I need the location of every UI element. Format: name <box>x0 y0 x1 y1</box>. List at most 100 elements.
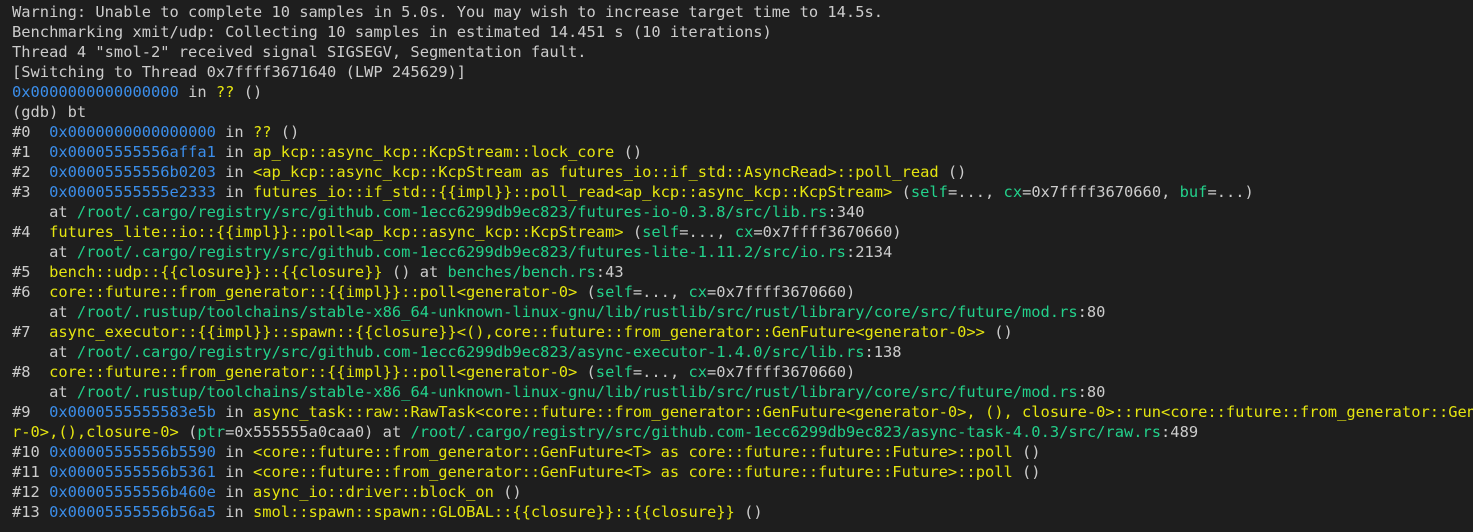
terminal-text-segment: core::future::from_generator::{{impl}}::… <box>49 283 578 301</box>
terminal-text-segment: /root/.rustup/toolchains/stable-x86_64-u… <box>76 383 1078 401</box>
terminal-text-segment: r-0>,(),closure-0> <box>12 423 179 441</box>
terminal-text-segment: #2 <box>12 163 50 181</box>
terminal-text-segment: smol::spawn::spawn::GLOBAL::{{closure}}:… <box>252 503 735 521</box>
terminal-text-segment: 0x0000000000000000 <box>49 123 216 141</box>
terminal-text-segment: in <box>215 183 253 201</box>
terminal-text-segment: =...) <box>1207 183 1254 201</box>
terminal-text-segment: buf <box>1179 183 1208 201</box>
terminal-text-segment: #11 <box>12 463 50 481</box>
terminal-text-segment: in <box>215 403 253 421</box>
terminal-text-segment: in <box>215 123 253 141</box>
terminal-text-segment: =0x555555a0caa0) at <box>225 423 411 441</box>
terminal-line: (gdb) bt <box>12 102 1473 122</box>
terminal-text-segment: :2134 <box>845 243 893 261</box>
terminal-text-segment: 0x00005555556b5590 <box>49 443 216 461</box>
terminal-text-segment: ( <box>892 183 911 201</box>
terminal-text-segment: [Switching to Thread 0x7ffff3671640 (LWP… <box>12 63 467 81</box>
terminal-text-segment: () <box>234 83 263 101</box>
terminal-text-segment: in <box>215 463 253 481</box>
terminal-text-segment: at <box>12 203 77 221</box>
terminal-text-segment: ?? <box>215 83 235 101</box>
terminal-line: #7 async_executor::{{impl}}::spawn::{{cl… <box>12 322 1473 342</box>
terminal-text-segment: self <box>595 363 633 381</box>
terminal-text-segment: in <box>215 143 253 161</box>
terminal-text-segment: 0x0000000000000000 <box>12 83 179 101</box>
terminal-text-segment: benches/bench.rs <box>447 263 596 281</box>
terminal-text-segment: #1 <box>12 143 50 161</box>
terminal-text-segment: /root/.cargo/registry/src/github.com-1ec… <box>410 423 1162 441</box>
terminal-line: Thread 4 "smol-2" received signal SIGSEG… <box>12 42 1473 62</box>
terminal-line: #4 futures_lite::io::{{impl}}::poll<ap_k… <box>12 222 1473 242</box>
terminal-text-segment: ( <box>623 223 643 241</box>
terminal-text-segment: 0x00005555556b56a5 <box>49 503 216 521</box>
terminal-text-segment: () <box>734 503 763 521</box>
terminal-text-segment: #3 <box>12 183 50 201</box>
terminal-text-segment: () <box>271 123 300 141</box>
terminal-text-segment: () <box>938 163 967 181</box>
terminal-text-segment: 0x00005555556b460e <box>49 483 216 501</box>
terminal-line: at /root/.cargo/registry/src/github.com-… <box>12 202 1473 222</box>
terminal-text-segment: =..., <box>947 183 1004 201</box>
terminal-text-segment: cx <box>688 363 708 381</box>
terminal-text-segment: ptr <box>197 423 226 441</box>
terminal-text-segment: =0x7ffff3670660) <box>753 223 902 241</box>
terminal-text-segment: in <box>215 503 253 521</box>
terminal-text-segment: ( <box>577 363 596 381</box>
terminal-text-segment: () at <box>382 263 448 281</box>
terminal-text-segment: =..., <box>632 283 689 301</box>
terminal-text-segment: /root/.rustup/toolchains/stable-x86_64-u… <box>76 303 1078 321</box>
terminal-text-segment: ( <box>178 423 198 441</box>
terminal-text-segment: #10 <box>12 443 50 461</box>
terminal-line: Benchmarking xmit/udp: Collecting 10 sam… <box>12 22 1473 42</box>
terminal-text-segment: () <box>984 323 1013 341</box>
terminal-output[interactable]: Warning: Unable to complete 10 samples i… <box>0 0 1473 532</box>
terminal-line: r-0>,(),closure-0> (ptr=0x555555a0caa0) … <box>12 422 1473 442</box>
terminal-text-segment: async_executor::{{impl}}::spawn::{{closu… <box>49 323 985 341</box>
terminal-line: #2 0x00005555556b0203 in <ap_kcp::async_… <box>12 162 1473 182</box>
terminal-text-segment: () <box>1012 443 1041 461</box>
terminal-text-segment: #6 <box>12 283 50 301</box>
terminal-text-segment: in <box>215 483 253 501</box>
terminal-line: #13 0x00005555556b56a5 in smol::spawn::s… <box>12 502 1473 522</box>
terminal-text-segment: ap_kcp::async_kcp::KcpStream::lock_core <box>252 143 615 161</box>
terminal-line: at /root/.rustup/toolchains/stable-x86_6… <box>12 302 1473 322</box>
terminal-text-segment: #13 <box>12 503 50 521</box>
terminal-text-segment: :80 <box>1077 303 1106 321</box>
terminal-text-segment: at <box>12 383 77 401</box>
terminal-line: #11 0x00005555556b5361 in <core::future:… <box>12 462 1473 482</box>
terminal-text-segment: =..., <box>679 223 735 241</box>
terminal-text-segment: :489 <box>1161 423 1199 441</box>
terminal-text-segment: #5 <box>12 263 50 281</box>
terminal-text-segment: bench::udp::{{closure}}::{{closure}} <box>49 263 383 281</box>
terminal-text-segment: in <box>215 163 253 181</box>
terminal-line: #10 0x00005555556b5590 in <core::future:… <box>12 442 1473 462</box>
terminal-line: [Switching to Thread 0x7ffff3671640 (LWP… <box>12 62 1473 82</box>
terminal-text-segment: at <box>12 243 77 261</box>
terminal-text-segment: at <box>12 303 77 321</box>
terminal-text-segment: :80 <box>1077 383 1106 401</box>
terminal-text-segment: in <box>178 83 216 101</box>
terminal-text-segment: =..., <box>632 363 689 381</box>
terminal-text-segment: Warning: Unable to complete 10 samples i… <box>12 3 883 21</box>
terminal-text-segment: #4 <box>12 223 50 241</box>
terminal-line: #5 bench::udp::{{closure}}::{{closure}} … <box>12 262 1473 282</box>
terminal-line: #1 0x00005555556affa1 in ap_kcp::async_k… <box>12 142 1473 162</box>
terminal-line: at /root/.cargo/registry/src/github.com-… <box>12 242 1473 262</box>
terminal-text-segment: Benchmarking xmit/udp: Collecting 10 sam… <box>12 23 772 41</box>
terminal-text-segment: =0x7ffff3670660, <box>1022 183 1180 201</box>
terminal-text-segment: /root/.cargo/registry/src/github.com-1ec… <box>76 343 865 361</box>
terminal-text-segment: =0x7ffff3670660) <box>707 283 856 301</box>
terminal-text-segment: (gdb) bt <box>12 103 87 121</box>
terminal-line: at /root/.rustup/toolchains/stable-x86_6… <box>12 382 1473 402</box>
terminal-text-segment: futures_io::if_std::{{impl}}::poll_read<… <box>252 183 893 201</box>
terminal-text-segment: self <box>910 183 948 201</box>
terminal-line: #12 0x00005555556b460e in async_io::driv… <box>12 482 1473 502</box>
terminal-text-segment: /root/.cargo/registry/src/github.com-1ec… <box>76 243 846 261</box>
terminal-text-segment: Thread 4 "smol-2" received signal SIGSEG… <box>12 43 587 61</box>
terminal-text-segment: 0x0000555555583e5b <box>49 403 216 421</box>
terminal-text-segment: <core::future::from_generator::GenFuture… <box>252 443 1013 461</box>
terminal-line: at /root/.cargo/registry/src/github.com-… <box>12 342 1473 362</box>
terminal-line: #8 core::future::from_generator::{{impl}… <box>12 362 1473 382</box>
terminal-text-segment: self <box>595 283 633 301</box>
terminal-text-segment: cx <box>734 223 754 241</box>
